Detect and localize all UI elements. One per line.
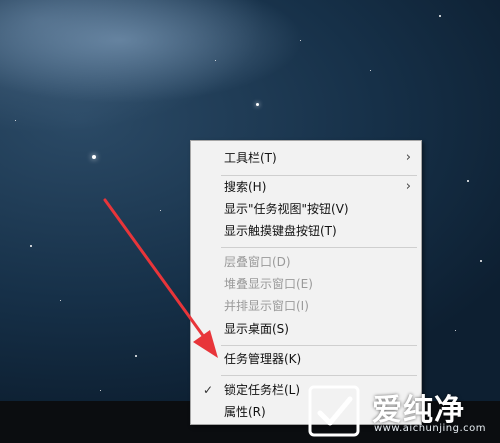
- watermark-url: www.aichunjing.com: [374, 423, 486, 434]
- watermark: 爱纯净 www.aichunjing.com: [306, 383, 492, 441]
- red-arrow-pointer-icon: [103, 198, 218, 358]
- watermark-logo-icon: [308, 385, 360, 437]
